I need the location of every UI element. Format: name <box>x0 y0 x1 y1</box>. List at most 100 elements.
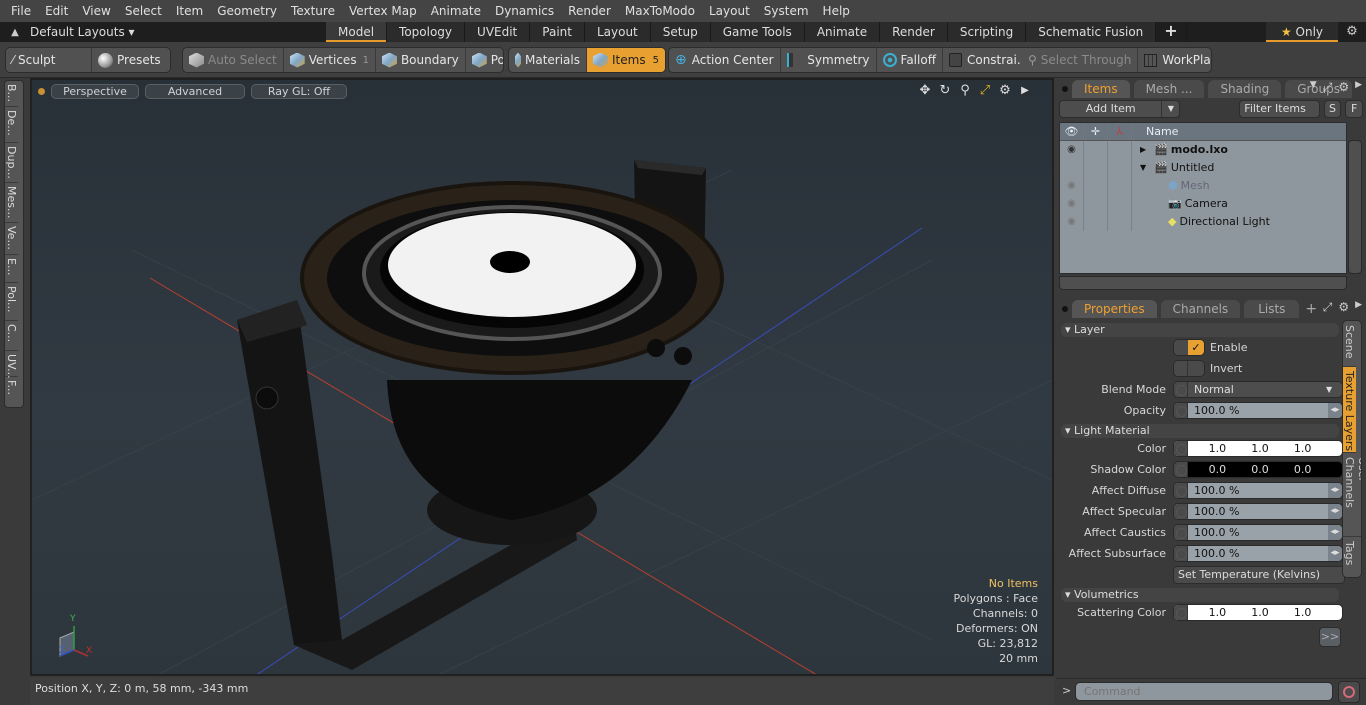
tab-model[interactable]: Model <box>326 22 388 42</box>
color-r[interactable]: 1.0 <box>1209 441 1227 456</box>
tab-dropdown-icon[interactable]: ▼ <box>1310 80 1317 95</box>
visibility-eye-icon[interactable]: ◉ <box>1060 141 1084 159</box>
panel-gear-icon[interactable]: ⚙ <box>1338 80 1349 95</box>
items-button[interactable]: Items 5 <box>587 48 665 72</box>
workplane-button[interactable]: WorkPlane <box>1138 48 1211 72</box>
visibility-eye-icon[interactable]: ◉ <box>1060 195 1084 213</box>
tab-paint[interactable]: Paint <box>530 22 585 42</box>
tab-uvedit[interactable]: UVEdit <box>465 22 531 42</box>
blend-mode-select[interactable]: Normal ▼ <box>1173 381 1343 398</box>
shading-mode-button[interactable]: Advanced <box>145 83 245 99</box>
left-tab-duplicate[interactable]: Dup... <box>5 143 18 183</box>
spin-arrows-icon[interactable]: ◂▸ <box>1328 504 1342 519</box>
affect-diffuse-field[interactable]: 100.0 % ◂▸ <box>1173 482 1343 499</box>
menu-dynamics[interactable]: Dynamics <box>488 0 561 22</box>
vertices-button[interactable]: Vertices 1 <box>284 48 376 72</box>
affect-specular-field[interactable]: 100.0 % ◂▸ <box>1173 503 1343 520</box>
name-column-header[interactable]: Name <box>1132 123 1178 140</box>
spin-arrows-icon[interactable]: ◂▸ <box>1328 525 1342 540</box>
expand-arrow-icon[interactable]: ▶ <box>1140 141 1146 159</box>
menu-help[interactable]: Help <box>816 0 857 22</box>
affect-subsurface-field[interactable]: 100.0 % ◂▸ <box>1173 545 1343 562</box>
expand-panel-icon[interactable]: ⤢ <box>1323 80 1333 95</box>
visibility-eye-icon[interactable]: ◉ <box>1060 177 1084 195</box>
menu-file[interactable]: File <box>4 0 38 22</box>
tree-horizontal-scrollbar[interactable] <box>1059 276 1347 290</box>
expand-panel-icon[interactable]: ⤢ <box>1323 300 1333 315</box>
tab-topology[interactable]: Topology <box>387 22 466 42</box>
view-type-button[interactable]: Perspective <box>51 83 139 99</box>
default-layouts-dropdown[interactable]: Default Layouts ▾ <box>30 25 326 39</box>
left-tab-vertex[interactable]: Ve... <box>5 223 18 255</box>
viewport-expand-icon[interactable]: ▶ <box>1018 83 1032 99</box>
select-through-button[interactable]: ⚲ Select Through <box>1022 48 1139 72</box>
tab-render[interactable]: Render <box>880 22 948 42</box>
opacity-field[interactable]: 100.0 % ◂▸ <box>1173 402 1343 419</box>
panel-arrow-icon[interactable]: ▶ <box>1355 300 1362 315</box>
visibility-column-icon[interactable]: 👁 <box>1060 123 1084 140</box>
sculpt-button[interactable]: ⁄ Sculpt <box>6 48 92 72</box>
set-temperature-button[interactable]: Set Temperature (Kelvins) <box>1173 565 1345 584</box>
menu-vertex-map[interactable]: Vertex Map <box>342 0 424 22</box>
tree-row-mesh[interactable]: ◉ ⬢ Mesh <box>1060 177 1346 195</box>
tab-scripting[interactable]: Scripting <box>947 22 1027 42</box>
scattering-color-g[interactable]: 1.0 <box>1251 605 1269 620</box>
left-tab-mesh-edit[interactable]: Mes... <box>5 183 18 223</box>
color-b[interactable]: 1.0 <box>1294 441 1312 456</box>
symmetry-button[interactable]: Symmetry <box>781 48 877 72</box>
auto-select-button[interactable]: Auto Select <box>183 48 284 72</box>
side-tab-tags[interactable]: Tags <box>1343 537 1356 577</box>
tree-row-camera[interactable]: ◉ 📷 Camera <box>1060 195 1346 213</box>
menu-geometry[interactable]: Geometry <box>210 0 284 22</box>
color-g[interactable]: 1.0 <box>1251 441 1269 456</box>
left-tab-edge[interactable]: E... <box>5 255 18 283</box>
color-field[interactable]: 1.0 1.0 1.0 <box>1173 440 1343 457</box>
more-button[interactable]: >> <box>1319 627 1341 647</box>
side-tab-texture-layers[interactable]: Texture Layers <box>1343 367 1356 453</box>
boundary-button[interactable]: Boundary <box>376 48 466 72</box>
tab-animate[interactable]: Animate <box>804 22 881 42</box>
visibility-eye-icon[interactable]: ◉ <box>1060 213 1084 231</box>
side-tab-scene[interactable]: Scene <box>1343 321 1356 367</box>
viewport-options-dot[interactable] <box>38 87 45 95</box>
only-toggle[interactable]: ★ Only <box>1266 22 1338 42</box>
viewport-gear-icon[interactable]: ⚙ <box>998 83 1012 99</box>
spin-arrows-icon[interactable]: ◂▸ <box>1328 403 1342 418</box>
tab-properties[interactable]: Properties <box>1072 300 1157 318</box>
raygl-button[interactable]: Ray GL: Off <box>251 83 347 99</box>
spin-arrows-icon[interactable]: ◂▸ <box>1328 546 1342 561</box>
panel-dot-icon[interactable] <box>1062 306 1068 312</box>
menu-select[interactable]: Select <box>118 0 169 22</box>
polygons-button[interactable]: Polygons <box>466 48 503 72</box>
left-tab-uv[interactable]: UV... <box>5 351 18 379</box>
left-tab-deform[interactable]: De... <box>5 107 18 143</box>
scattering-color-r[interactable]: 1.0 <box>1209 605 1227 620</box>
tab-shading[interactable]: Shading <box>1208 80 1282 98</box>
section-volumetrics[interactable]: ▾ Volumetrics <box>1061 588 1339 602</box>
tab-lists[interactable]: Lists <box>1244 300 1300 318</box>
enable-checkbox[interactable]: ✓ <box>1173 339 1205 356</box>
tab-items[interactable]: Items <box>1072 80 1130 98</box>
scattering-color-b[interactable]: 1.0 <box>1294 605 1312 620</box>
menu-maxtomodo[interactable]: MaxToModo <box>618 0 702 22</box>
action-center-button[interactable]: ⊕ Action Center <box>669 48 781 72</box>
menu-view[interactable]: View <box>75 0 117 22</box>
collapse-up-icon[interactable]: ▲ <box>0 27 30 38</box>
falloff-button[interactable]: Falloff <box>877 48 943 72</box>
shadow-color-r[interactable]: 0.0 <box>1209 462 1227 477</box>
record-macro-icon[interactable] <box>1338 681 1360 703</box>
s-filter-button[interactable]: S <box>1323 100 1342 118</box>
spin-arrows-icon[interactable]: ◂▸ <box>1328 483 1342 498</box>
tab-schematic-fusion[interactable]: Schematic Fusion <box>1026 22 1157 42</box>
tree-row-untitled[interactable]: ▼ 🎬 Untitled <box>1060 159 1346 177</box>
move-view-icon[interactable]: ✥ <box>918 83 932 99</box>
menu-texture[interactable]: Texture <box>284 0 342 22</box>
add-properties-tab-button[interactable]: + <box>1305 300 1317 318</box>
shadow-color-g[interactable]: 0.0 <box>1251 462 1269 477</box>
zoom-view-icon[interactable]: ⚲ <box>958 83 972 99</box>
tab-mesh[interactable]: Mesh ... <box>1133 80 1205 98</box>
tree-row-directional-light[interactable]: ◉ ◆ Directional Light <box>1060 213 1346 231</box>
left-tab-curve[interactable]: C... <box>5 321 18 351</box>
3d-viewport[interactable]: Perspective Advanced Ray GL: Off ✥ ↻ ⚲ ⤢… <box>30 78 1054 676</box>
add-item-button[interactable]: Add Item ▼ <box>1059 100 1181 118</box>
